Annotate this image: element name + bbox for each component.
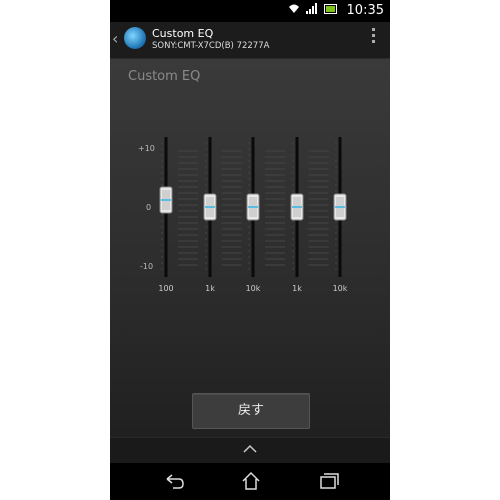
recent-apps-icon[interactable] (318, 471, 340, 491)
overflow-menu-icon[interactable] (372, 28, 376, 46)
action-bar: ‹ Custom EQ SONY:CMT-X7CD(B) 72277A (110, 22, 390, 59)
eq-band-label: 100 (158, 284, 174, 293)
eq-slider-thumb[interactable] (159, 186, 173, 214)
expand-strip (110, 437, 390, 464)
clock: 10:35 (346, 3, 384, 18)
device-name: SONY:CMT-X7CD(B) 72277A (152, 41, 270, 51)
status-bar: 10:35 (110, 0, 390, 22)
chevron-up-icon[interactable] (242, 444, 258, 454)
back-icon[interactable] (163, 471, 185, 491)
app-icon[interactable] (124, 27, 146, 49)
navigation-bar (110, 463, 390, 500)
eq-slider-thumb[interactable] (203, 193, 217, 221)
eq-band-label: 10k (332, 284, 348, 293)
signal-icon (306, 3, 317, 14)
phone-screen: 10:35 ‹ Custom EQ SONY:CMT-X7CD(B) 72277… (110, 0, 390, 500)
eq-slider-thumb[interactable] (290, 193, 304, 221)
eq-band-label: 10k (245, 284, 261, 293)
eq-slider-thumb[interactable] (333, 193, 347, 221)
chevron-left-icon[interactable]: ‹ (112, 29, 118, 48)
home-icon[interactable] (240, 471, 262, 491)
eq-band-label: 1k (205, 284, 215, 293)
eq-slider-thumb[interactable] (246, 193, 260, 221)
page-title: Custom EQ (152, 27, 214, 40)
eq-band-label: 1k (292, 284, 302, 293)
eq-sliders (159, 137, 347, 277)
eq-panel: Custom EQ +10 0 -10 100 1k 10k 1k 10k 戻す (110, 59, 390, 437)
wifi-icon (289, 4, 299, 13)
battery-icon (324, 3, 337, 14)
reset-button[interactable]: 戻す (192, 393, 310, 429)
